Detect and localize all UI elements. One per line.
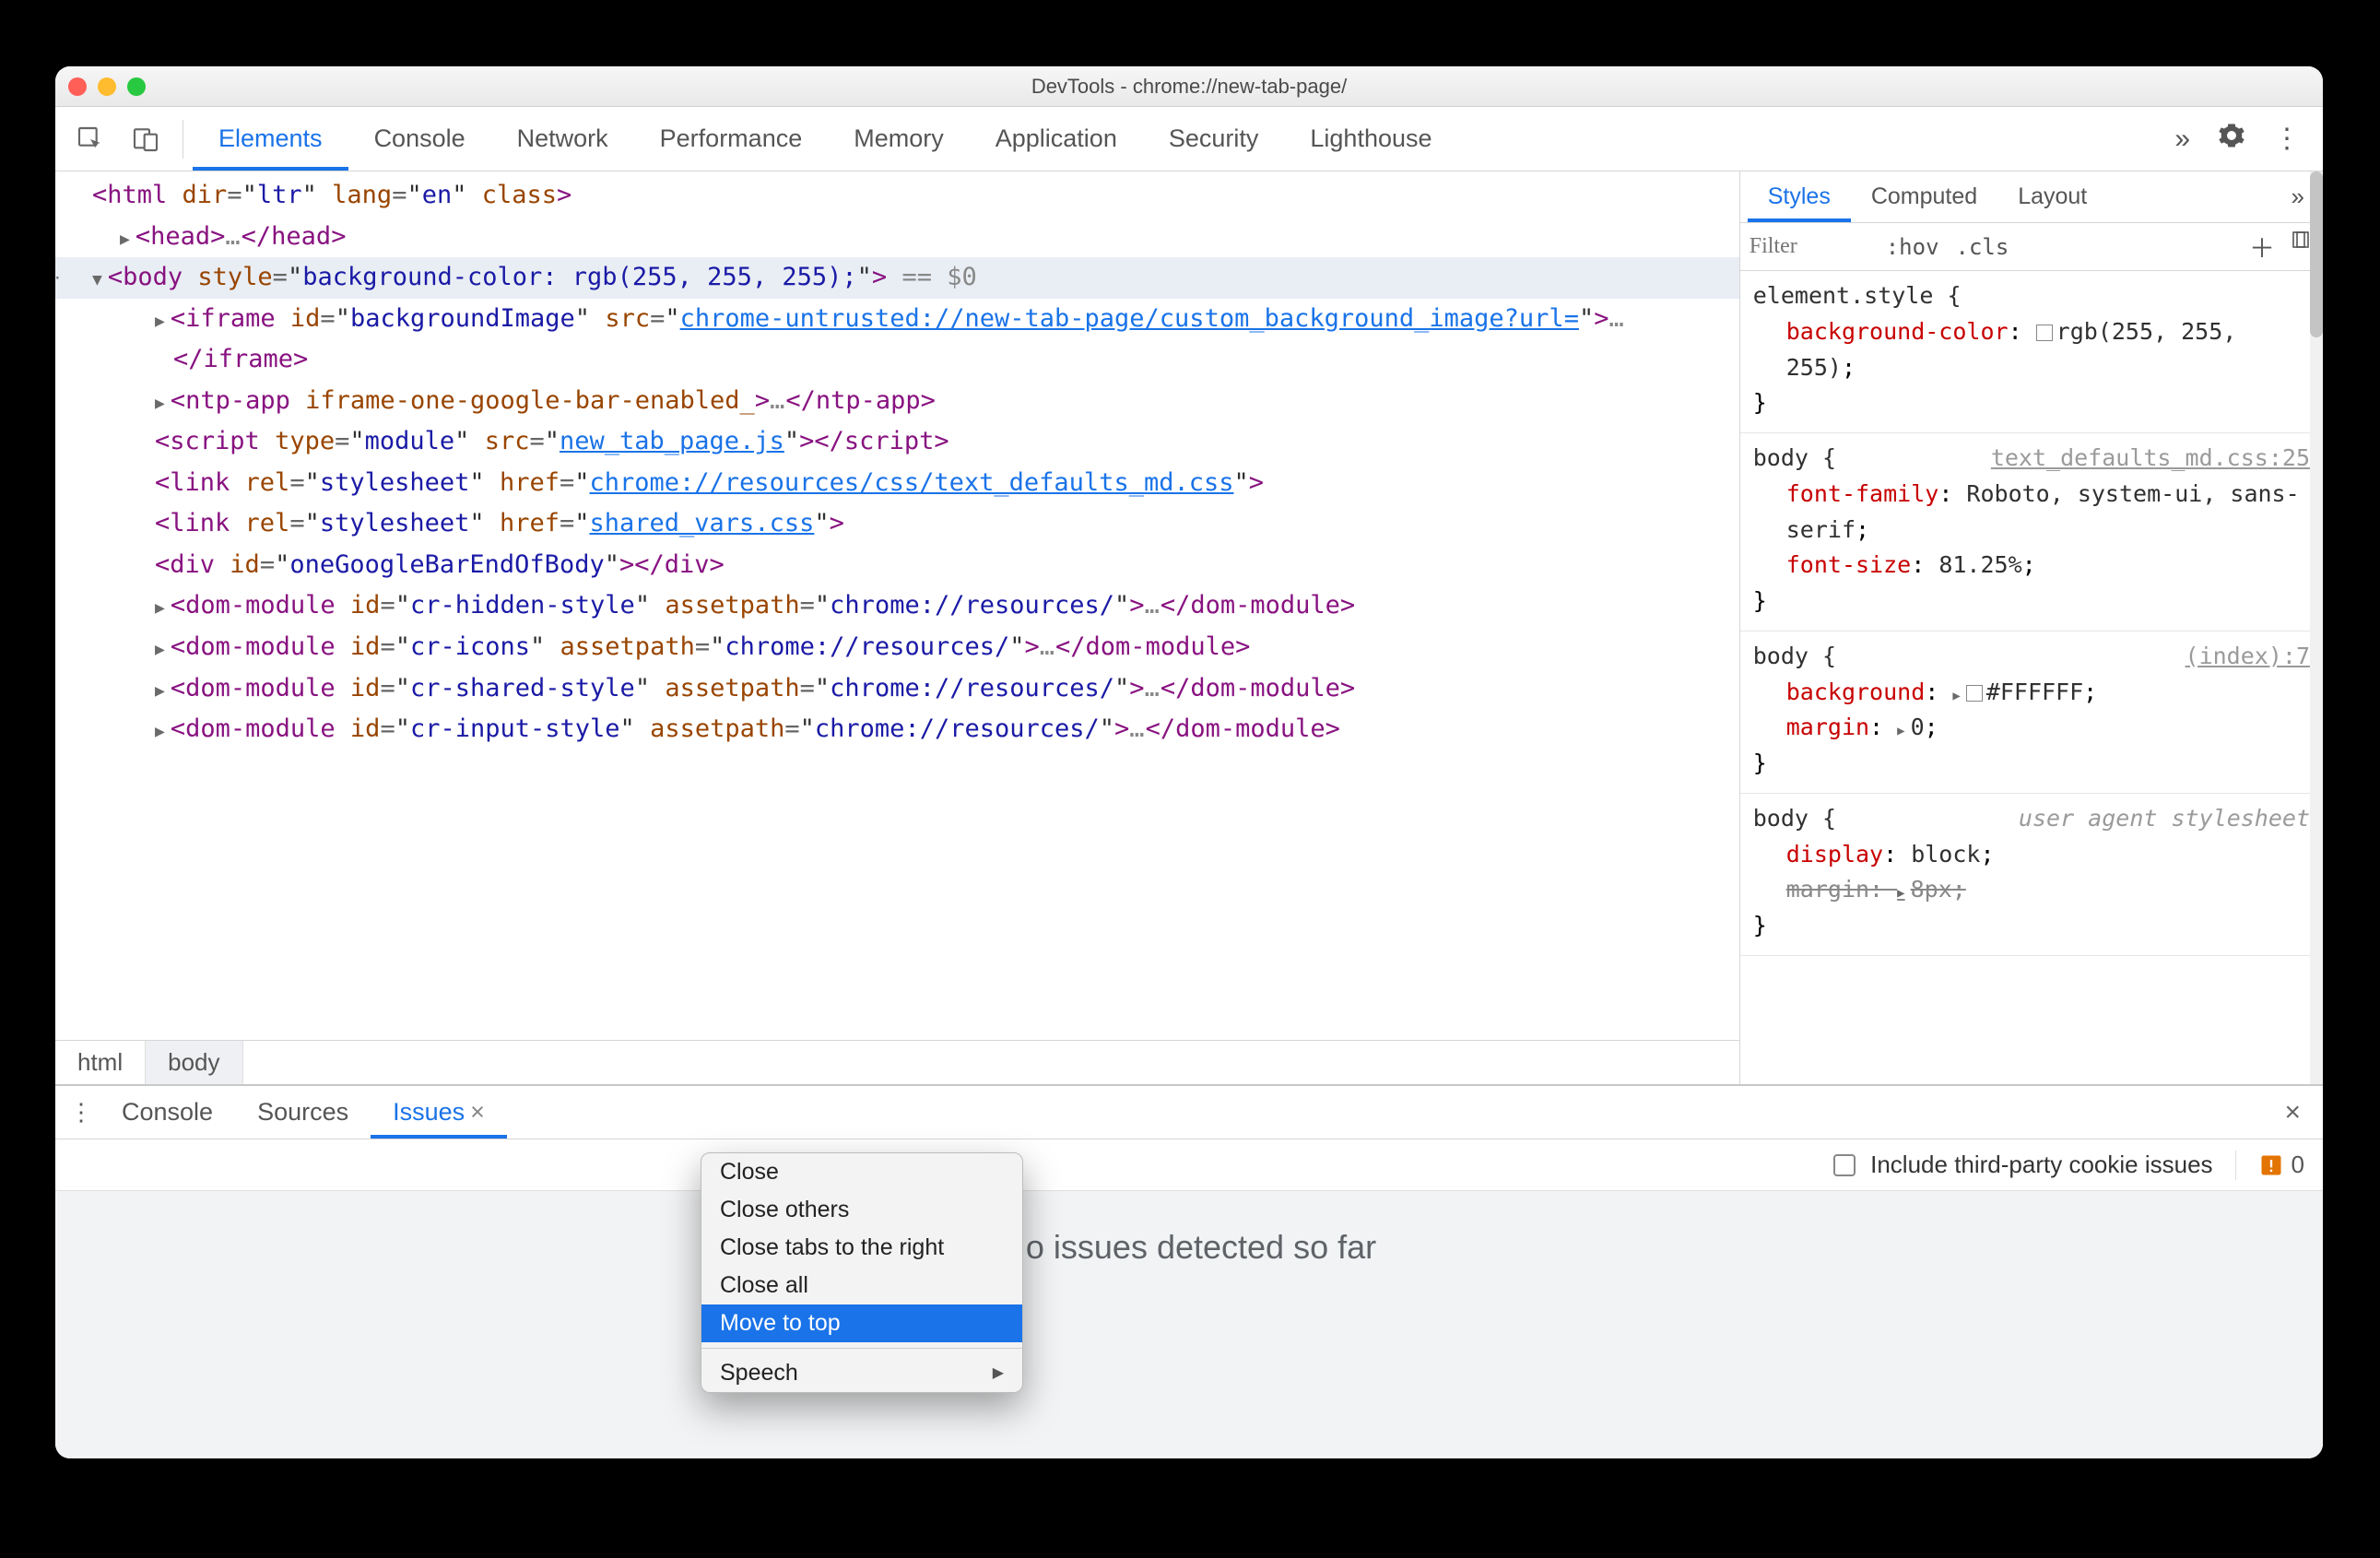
sidebar-tab-styles[interactable]: Styles [1748, 171, 1851, 222]
tab-performance[interactable]: Performance [634, 107, 829, 171]
cls-toggle[interactable]: .cls [1956, 234, 2009, 260]
breadcrumb: html body [55, 1040, 1739, 1084]
issues-count-badge[interactable]: 0 [2258, 1151, 2304, 1179]
tab-console[interactable]: Console [348, 107, 491, 171]
styles-filter-input[interactable] [1740, 229, 1869, 266]
tab-application[interactable]: Application [970, 107, 1143, 171]
drawer-tab-issues-label: Issues [393, 1098, 465, 1127]
issues-count: 0 [2292, 1151, 2304, 1179]
kebab-menu-icon[interactable]: ⋮ [2273, 123, 2299, 155]
window-title: DevTools - chrome://new-tab-page/ [55, 75, 2323, 99]
close-tab-icon[interactable]: × [470, 1098, 485, 1127]
ctx-close[interactable]: Close [701, 1153, 1022, 1191]
devtools-window: DevTools - chrome://new-tab-page/ Elemen… [55, 66, 2323, 1458]
tab-memory[interactable]: Memory [828, 107, 970, 171]
ctx-speech-label: Speech [720, 1360, 798, 1387]
drawer: ⋮ Console Sources Issues × × Include thi… [55, 1084, 2323, 1458]
tab-lighthouse[interactable]: Lighthouse [1284, 107, 1457, 171]
ctx-speech[interactable]: Speech [701, 1354, 1022, 1392]
breadcrumb-body[interactable]: body [146, 1041, 242, 1084]
drawer-close-icon[interactable]: × [2284, 1097, 2315, 1128]
styles-sidebar: Styles Computed Layout » :hov .cls ＋ [1740, 171, 2323, 1084]
settings-gear-icon[interactable] [2218, 122, 2245, 156]
drawer-kebab-icon[interactable]: ⋮ [63, 1098, 100, 1127]
sidebar-tab-layout[interactable]: Layout [1997, 171, 2107, 222]
new-style-rule-icon[interactable]: ＋ [2249, 229, 2275, 266]
third-party-cookies-label: Include third-party cookie issues [1870, 1151, 2212, 1179]
drawer-tab-sources[interactable]: Sources [235, 1086, 371, 1139]
computed-styles-toggle-icon[interactable] [2290, 229, 2312, 266]
ctx-close-others[interactable]: Close others [701, 1191, 1022, 1229]
dom-tree[interactable]: <html dir="ltr" lang="en" class><head>…<… [55, 171, 1739, 1040]
titlebar: DevTools - chrome://new-tab-page/ [55, 66, 2323, 107]
warning-icon [2258, 1152, 2284, 1178]
sidebar-scrollbar[interactable] [2310, 171, 2323, 1084]
issues-toolbar: Include third-party cookie issues 0 [55, 1139, 2323, 1191]
device-toolbar-icon[interactable] [118, 124, 173, 154]
inspect-element-icon[interactable] [63, 124, 118, 154]
hov-toggle[interactable]: :hov [1886, 234, 1939, 260]
tab-elements[interactable]: Elements [193, 107, 348, 171]
ctx-close-right[interactable]: Close tabs to the right [701, 1229, 1022, 1267]
tab-network[interactable]: Network [491, 107, 634, 171]
elements-panel: <html dir="ltr" lang="en" class><head>…<… [55, 171, 1740, 1084]
tab-security[interactable]: Security [1143, 107, 1285, 171]
drawer-tab-console[interactable]: Console [100, 1086, 235, 1139]
third-party-cookies-checkbox[interactable] [1833, 1154, 1856, 1176]
main-tabbar: Elements Console Network Performance Mem… [55, 107, 2323, 171]
sidebar-tab-computed[interactable]: Computed [1851, 171, 1997, 222]
breadcrumb-html[interactable]: html [55, 1041, 146, 1084]
more-tabs-icon[interactable]: » [2174, 124, 2190, 155]
issues-empty-message: No issues detected so far [1002, 1228, 1376, 1267]
ctx-move-to-top[interactable]: Move to top [701, 1304, 1022, 1342]
ctx-close-all[interactable]: Close all [701, 1267, 1022, 1304]
issues-body: No issues detected so far [55, 1191, 2323, 1458]
style-rules[interactable]: element.style {background-color: rgb(255… [1740, 271, 2323, 1084]
drawer-tab-issues[interactable]: Issues × [371, 1086, 507, 1139]
tab-context-menu[interactable]: Close Close others Close tabs to the rig… [701, 1152, 1023, 1393]
